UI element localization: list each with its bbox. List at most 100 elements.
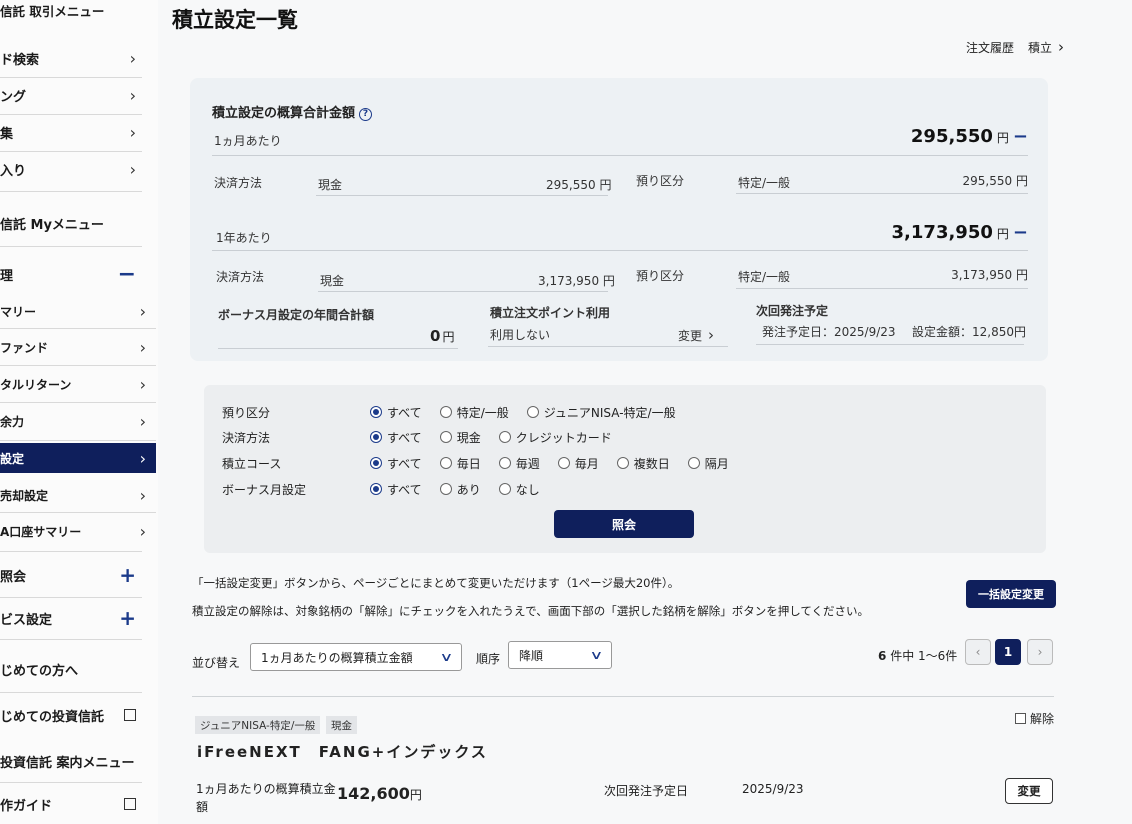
- monthly-payment-value: 現金: [318, 178, 343, 192]
- sidebar-item-label: 信託 取引メニュー: [0, 3, 105, 19]
- sidebar-item-fund-search[interactable]: ド検索 ›: [0, 40, 142, 76]
- bulk-change-button[interactable]: 一括設定変更: [966, 580, 1056, 608]
- sidebar-item-label: 余力: [0, 414, 25, 429]
- radio-deposit-all[interactable]: すべて: [370, 404, 422, 421]
- radio-deposit-tokutei[interactable]: 特定/一般: [439, 404, 509, 421]
- divider: [318, 291, 608, 292]
- radio[interactable]: [526, 406, 539, 418]
- change-button[interactable]: 変更: [1005, 778, 1053, 804]
- sidebar-item-ranking[interactable]: ング ›: [0, 77, 142, 113]
- radio-label: ジュニアNISA-特定/一般: [543, 405, 676, 420]
- sidebar-item-label: じめての方へ: [0, 663, 79, 679]
- radio-bonus-yes[interactable]: あり: [439, 481, 481, 498]
- chevron-right-icon: ›: [129, 122, 136, 142]
- yen-unit: 円: [1015, 174, 1028, 188]
- pager-total: 6: [878, 649, 887, 663]
- checkbox[interactable]: [1015, 713, 1026, 724]
- sidebar-item-label: 理: [0, 268, 14, 284]
- radio-course-all[interactable]: すべて: [370, 455, 422, 472]
- radio[interactable]: [498, 457, 511, 469]
- fund-name[interactable]: iFreeNEXT FANG+インデックス: [197, 741, 488, 762]
- yen-unit: 円: [1015, 268, 1028, 282]
- payment-tag: 現金: [326, 716, 357, 734]
- radio[interactable]: [498, 483, 511, 495]
- help-icon[interactable]: ?: [359, 108, 373, 121]
- radio-checked[interactable]: [370, 431, 382, 443]
- chevron-right-icon: ›: [139, 448, 146, 468]
- points-change-link[interactable]: 変更 ›: [678, 326, 714, 344]
- radio-course-monthly[interactable]: 毎月: [557, 455, 599, 472]
- sidebar-item-label: 信託 Myメニュー: [0, 217, 104, 233]
- radio[interactable]: [439, 406, 452, 418]
- yearly-deposit-value: 特定/一般: [738, 270, 791, 284]
- summary-panel: 積立設定の概算合計金額? 1ヵ月あたり 295,550 円 − 決済方法 現金 …: [190, 78, 1048, 361]
- radio[interactable]: [616, 457, 629, 469]
- radio[interactable]: [439, 431, 452, 443]
- radio-payment-cash[interactable]: 現金: [439, 429, 481, 446]
- radio-checked[interactable]: [370, 406, 382, 418]
- next-order-date: 発注予定日：2025/9/23: [762, 325, 896, 339]
- sidebar-item-summary[interactable]: マリー ›: [0, 293, 156, 329]
- chevron-down-icon: ∨: [589, 648, 604, 662]
- sidebar-item-operation-guide[interactable]: 作ガイド: [0, 786, 142, 822]
- sidebar-item-label: 集: [0, 126, 14, 142]
- sidebar-item-feature[interactable]: 集 ›: [0, 114, 142, 150]
- radio-deposit-junior-nisa[interactable]: ジュニアNISA-特定/一般: [526, 404, 676, 421]
- order-label: 順序: [476, 652, 501, 666]
- pager-page-1[interactable]: 1: [995, 639, 1021, 665]
- sidebar-item-favorites[interactable]: 入り ›: [0, 151, 142, 187]
- fund-next-order-label: 次回発注予定日: [604, 784, 689, 798]
- tsumitate-link[interactable]: 積立 ›: [1028, 38, 1064, 56]
- divider: [0, 597, 142, 598]
- sidebar-item-management[interactable]: 理 −: [0, 256, 142, 292]
- radio-payment-all[interactable]: すべて: [370, 429, 422, 446]
- radio-payment-credit[interactable]: クレジットカード: [498, 429, 612, 446]
- radio-course-bimonthly[interactable]: 隔月: [687, 455, 729, 472]
- sidebar-item-inquiry[interactable]: 照会 +: [0, 557, 142, 593]
- minus-icon[interactable]: −: [1013, 222, 1028, 243]
- radio-checked[interactable]: [370, 483, 382, 495]
- divider: [316, 195, 608, 196]
- sidebar-item-tsumitate-settings[interactable]: 設定 ›: [0, 443, 156, 473]
- sidebar-item-nisa-summary[interactable]: A口座サマリー ›: [0, 513, 156, 549]
- sidebar-item-buying-power[interactable]: 余力 ›: [0, 403, 156, 439]
- radio[interactable]: [557, 457, 570, 469]
- radio-checked[interactable]: [370, 457, 382, 469]
- sidebar-item-label: タルリターン: [0, 377, 72, 392]
- sidebar-item-total-return[interactable]: タルリターン ›: [0, 366, 156, 402]
- search-button[interactable]: 照会: [554, 510, 694, 538]
- yen-unit: 円: [996, 131, 1009, 145]
- pager-prev-button[interactable]: ‹: [965, 639, 991, 665]
- radio[interactable]: [439, 457, 452, 469]
- order-select[interactable]: 降順 ∨: [508, 641, 612, 669]
- divider: [0, 692, 142, 693]
- sort-select[interactable]: 1ヵ月あたりの概算積立金額 ∨: [250, 643, 462, 671]
- radio-bonus-all[interactable]: すべて: [370, 481, 422, 498]
- filter-row-payment: 決済方法 すべて 現金 クレジットカード: [222, 427, 630, 447]
- order-history-link[interactable]: 注文履歴: [966, 39, 1014, 56]
- cancel-checkbox[interactable]: 解除: [1015, 710, 1054, 727]
- radio[interactable]: [439, 483, 452, 495]
- radio-label: 毎月: [574, 456, 599, 471]
- radio-course-multiple-days[interactable]: 複数日: [616, 455, 670, 472]
- sidebar-item-first-fund[interactable]: じめての投資信託: [0, 697, 142, 733]
- radio[interactable]: [687, 457, 700, 469]
- sidebar-item-service-settings[interactable]: ビス設定 +: [0, 600, 142, 636]
- minus-icon[interactable]: −: [1013, 126, 1028, 147]
- pager-next-button[interactable]: ›: [1027, 639, 1053, 665]
- chevron-right-icon: ›: [139, 337, 146, 357]
- points-label: 積立注文ポイント利用: [490, 306, 611, 320]
- divider: [488, 346, 728, 347]
- sidebar-item-holding-funds[interactable]: ファンド ›: [0, 329, 156, 365]
- radio-bonus-no[interactable]: なし: [498, 481, 540, 498]
- sidebar-item-label: A口座サマリー: [0, 524, 82, 539]
- radio[interactable]: [498, 431, 511, 443]
- minus-icon: −: [117, 261, 136, 287]
- sidebar-item-label: ファンド: [0, 340, 49, 355]
- radio-course-daily[interactable]: 毎日: [439, 455, 481, 472]
- radio-course-weekly[interactable]: 毎週: [498, 455, 540, 472]
- sidebar-item-regular-sell[interactable]: 売却設定 ›: [0, 477, 156, 513]
- yearly-deposit-label: 預り区分: [636, 269, 685, 283]
- sidebar-item-beginners[interactable]: じめての方へ: [0, 651, 142, 687]
- account-type-tag: ジュニアNISA-特定/一般: [195, 716, 321, 734]
